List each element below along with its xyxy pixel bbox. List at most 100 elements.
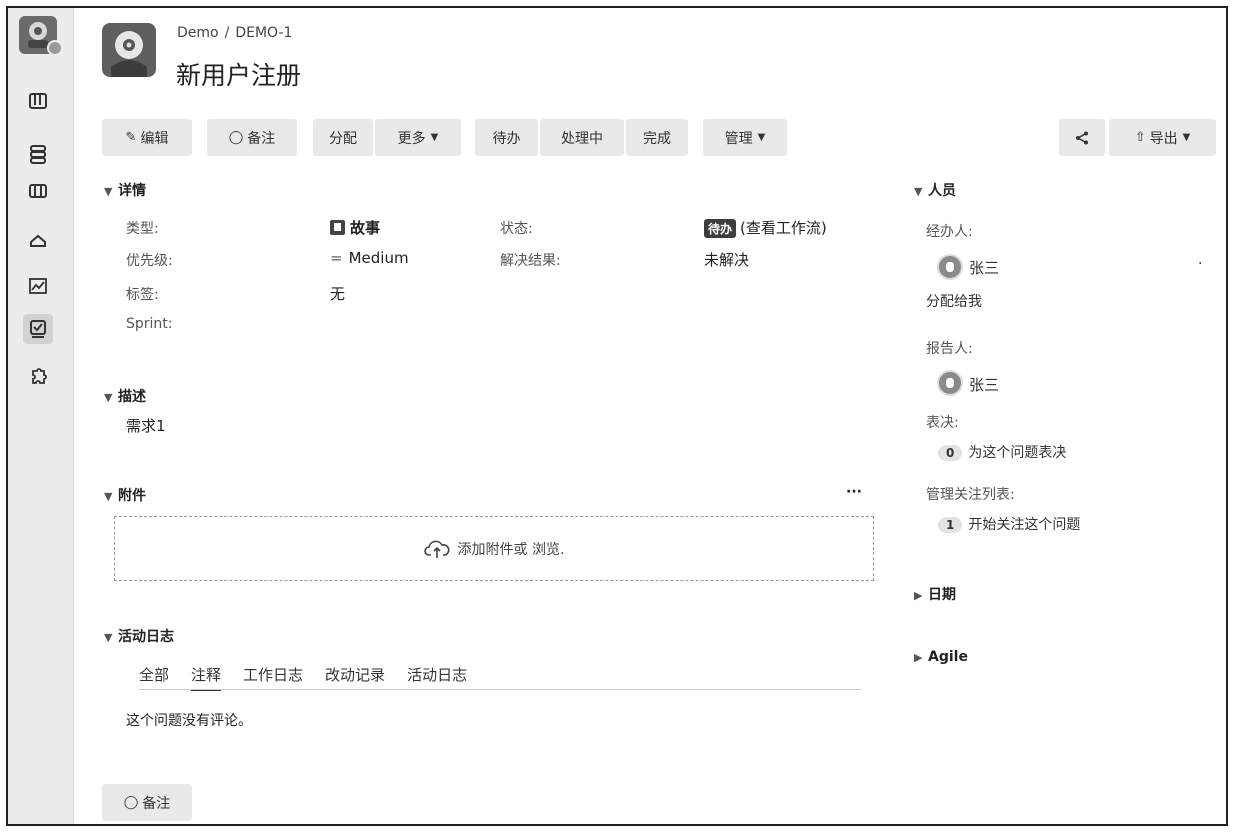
- pencil-icon: ✎: [125, 130, 137, 145]
- cloud-upload-icon: [423, 540, 450, 558]
- page-title: 新用户注册: [176, 61, 302, 90]
- manage-button[interactable]: 管理 ▼: [703, 119, 787, 156]
- chevron-down-icon: ▼: [757, 132, 766, 143]
- activity-title: 活动日志: [118, 629, 174, 645]
- details-section-header[interactable]: ▼ 详情: [104, 180, 146, 200]
- status-label: 状态:: [500, 221, 533, 237]
- reports-icon[interactable]: [23, 271, 53, 301]
- export-label: 导出: [1149, 130, 1178, 147]
- description-title: 描述: [118, 389, 146, 405]
- backlog-icon[interactable]: [23, 86, 53, 116]
- board-icon[interactable]: [23, 176, 53, 206]
- attachment-drop-text: 添加附件或 浏览.: [457, 541, 565, 558]
- attachments-title: 附件: [118, 488, 146, 504]
- votes-count: 0: [938, 445, 963, 461]
- todo-button[interactable]: 待办: [475, 119, 538, 156]
- add-comment-label: 备注: [142, 795, 171, 812]
- view-workflow-link[interactable]: (查看工作流): [740, 219, 827, 237]
- comment-icon: ◯: [123, 795, 139, 810]
- reporter-avatar: [937, 370, 963, 396]
- people-section-header[interactable]: ▼ 人员: [914, 180, 956, 200]
- dates-title: 日期: [928, 587, 956, 603]
- assignee-label: 经办人:: [926, 224, 973, 240]
- priority-label: 优先级:: [126, 253, 173, 269]
- sprint-label: Sprint:: [126, 316, 173, 332]
- details-title: 详情: [118, 183, 146, 199]
- edit-label: 编辑: [140, 130, 169, 147]
- chevron-right-icon: ▶: [914, 651, 923, 664]
- tab-history[interactable]: 改动记录: [325, 664, 385, 691]
- agile-section-header[interactable]: ▶ Agile: [914, 649, 968, 665]
- description-section-header[interactable]: ▼ 描述: [104, 386, 146, 406]
- watchers-count: 1: [938, 517, 963, 533]
- priority-medium-icon: =: [330, 249, 343, 267]
- tabs-divider: [139, 689, 861, 690]
- chevron-right-icon: ▶: [914, 589, 923, 602]
- description-text[interactable]: 需求1: [126, 415, 166, 436]
- assign-label: 分配: [329, 130, 357, 147]
- watch-link[interactable]: 1 开始关注这个问题: [938, 514, 1080, 534]
- tags-label: 标签:: [126, 287, 159, 303]
- export-button[interactable]: ⇧ 导出 ▼: [1109, 119, 1216, 156]
- addons-puzzle-icon[interactable]: [23, 362, 53, 392]
- chevron-down-icon: ▼: [104, 391, 113, 404]
- activity-section-header[interactable]: ▼ 活动日志: [104, 626, 174, 646]
- add-comment-button[interactable]: ◯ 备注: [102, 784, 192, 821]
- assign-button[interactable]: 分配: [313, 119, 373, 156]
- comment-icon: ◯: [228, 130, 244, 145]
- attachment-dropzone[interactable]: 添加附件或 浏览.: [114, 516, 874, 581]
- watchers-label: 管理关注列表:: [926, 487, 1015, 503]
- reporter-name[interactable]: 张三: [969, 374, 999, 395]
- export-icon: ⇧: [1134, 130, 1146, 145]
- more-button[interactable]: 更多 ▼: [375, 119, 461, 156]
- chevron-down-icon: ▼: [104, 185, 113, 198]
- breadcrumb-project[interactable]: Demo: [177, 25, 219, 41]
- breadcrumb: Demo / DEMO-1: [177, 25, 298, 41]
- sidebar: [8, 8, 74, 824]
- assign-to-me-link[interactable]: 分配给我: [926, 291, 982, 311]
- stack-icon[interactable]: [23, 139, 53, 169]
- manage-label: 管理: [724, 130, 753, 147]
- watchers-text: 开始关注这个问题: [968, 517, 1081, 533]
- chevron-down-icon: ▼: [430, 132, 439, 143]
- share-button[interactable]: [1059, 119, 1105, 156]
- status-value: 待办 (查看工作流): [704, 217, 827, 238]
- votes-label: 表决:: [926, 415, 959, 431]
- project-avatar[interactable]: [19, 16, 63, 56]
- release-icon[interactable]: [23, 226, 53, 256]
- breadcrumb-issue-key[interactable]: DEMO-1: [235, 25, 292, 41]
- activity-tabs: 全部 注释 工作日志 改动记录 活动日志: [139, 664, 489, 691]
- in-progress-button[interactable]: 处理中: [540, 119, 624, 156]
- chevron-down-icon: ▼: [104, 631, 113, 644]
- issues-icon[interactable]: [23, 314, 53, 344]
- chevron-down-icon: ▼: [104, 490, 113, 503]
- edit-button[interactable]: ✎ 编辑: [102, 119, 192, 156]
- project-type-badge: [47, 40, 63, 56]
- done-label: 完成: [643, 130, 671, 147]
- resolution-label: 解决结果:: [500, 253, 561, 269]
- type-value-text: 故事: [350, 219, 381, 237]
- tab-comments[interactable]: 注释: [191, 664, 222, 691]
- project-logo: [102, 23, 156, 77]
- chevron-down-icon: ▼: [914, 185, 923, 198]
- attachments-more-button[interactable]: ···: [846, 484, 862, 500]
- tab-activity[interactable]: 活动日志: [407, 664, 467, 691]
- done-button[interactable]: 完成: [626, 119, 688, 156]
- status-badge: 待办: [704, 219, 737, 238]
- more-label: 更多: [397, 130, 426, 147]
- dates-section-header[interactable]: ▶ 日期: [914, 584, 956, 604]
- issue-view-window: Demo / DEMO-1 新用户注册 ✎ 编辑 ◯ 备注 分配 更多 ▼ 待办 处理中 …: [6, 6, 1228, 826]
- assignee-name[interactable]: 张三: [969, 257, 999, 278]
- comment-label: 备注: [247, 130, 276, 147]
- comment-button[interactable]: ◯ 备注: [207, 119, 297, 156]
- resolution-value: 未解决: [704, 251, 750, 269]
- tab-worklog[interactable]: 工作日志: [243, 664, 303, 691]
- tab-all[interactable]: 全部: [139, 664, 169, 691]
- priority-value-text: Medium: [348, 249, 409, 267]
- vote-link[interactable]: 0 为这个问题表决: [938, 442, 1066, 462]
- people-title: 人员: [928, 183, 956, 199]
- breadcrumb-separator: /: [224, 25, 230, 41]
- type-label: 类型:: [126, 221, 159, 237]
- attachments-section-header[interactable]: ▼ 附件: [104, 485, 146, 505]
- todo-label: 待办: [492, 130, 521, 147]
